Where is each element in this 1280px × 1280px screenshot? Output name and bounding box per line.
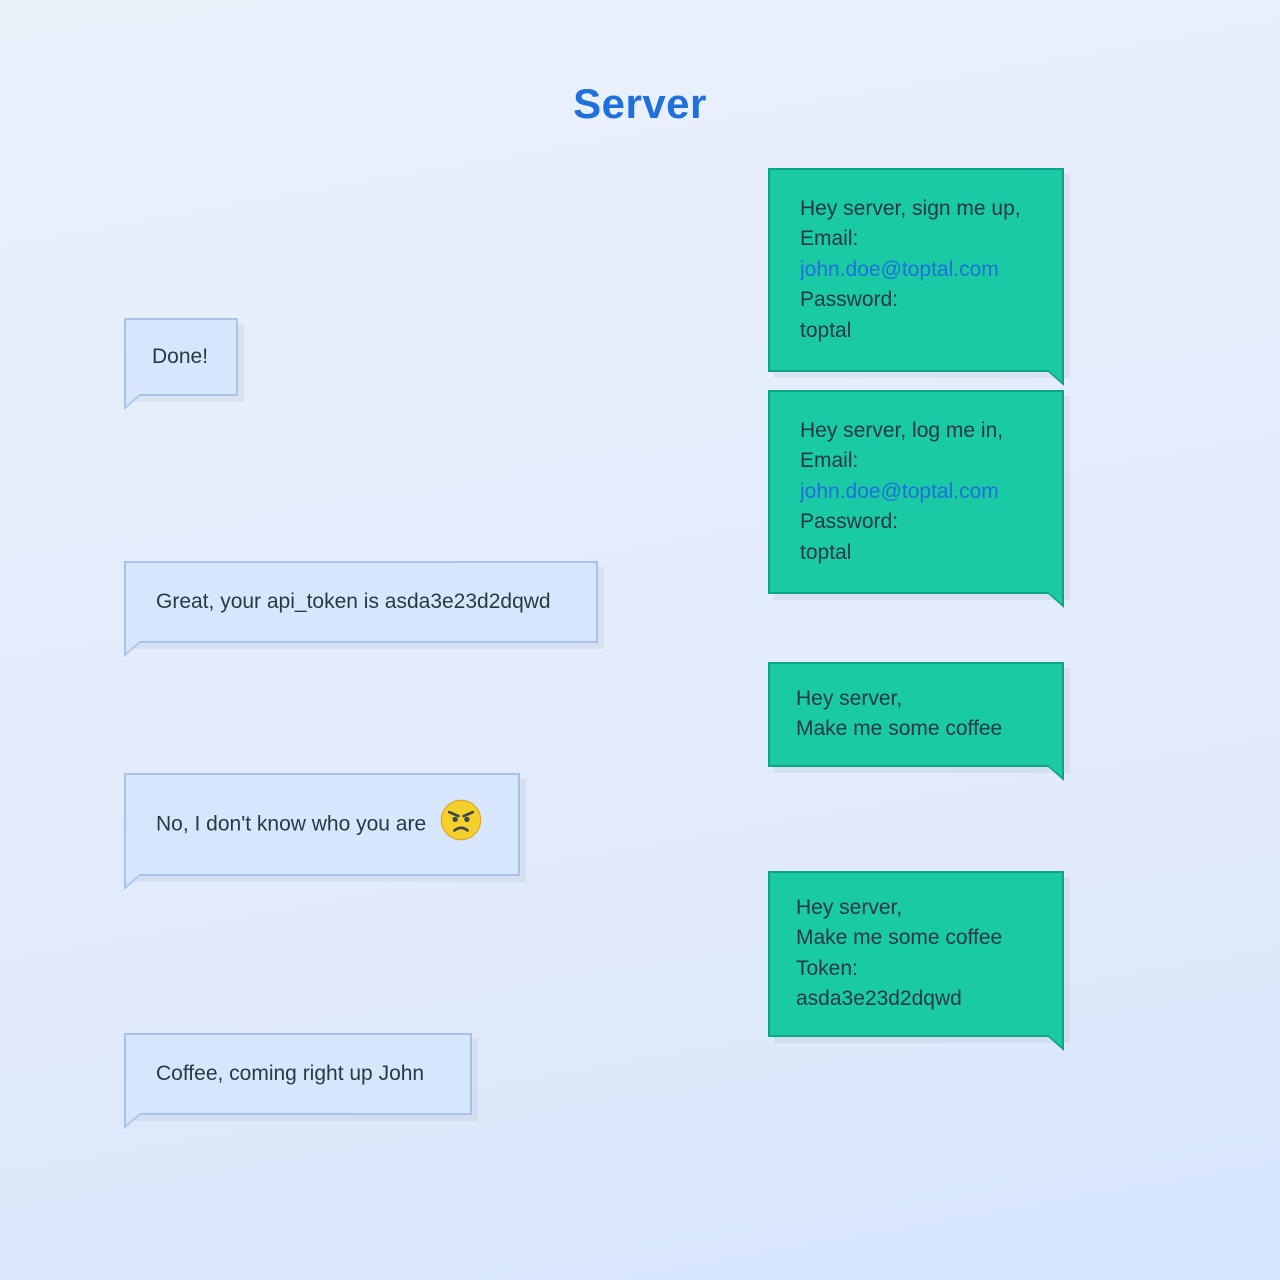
- server-message-coffee: Coffee, coming right up John: [124, 1033, 472, 1115]
- client-message-coffee: Hey server, Make me some coffee: [768, 662, 1064, 767]
- password-label: Password:: [800, 507, 1032, 537]
- text-line: Hey server, sign me up,: [800, 194, 1032, 224]
- server-message-token: Great, your api_token is asda3e23d2dqwd: [124, 561, 598, 643]
- email-label: Email:: [800, 224, 1032, 254]
- text-line: Make me some coffee: [796, 714, 1036, 744]
- text-line: Great, your api_token is asda3e23d2dqwd: [156, 587, 566, 617]
- text-line: Make me some coffee: [796, 923, 1036, 953]
- client-message-login: Hey server, log me in, Email: john.doe@t…: [768, 390, 1064, 594]
- client-message-signup: Hey server, sign me up, Email: john.doe@…: [768, 168, 1064, 372]
- text-line: Coffee, coming right up John: [156, 1059, 440, 1089]
- angry-face-icon: [440, 799, 482, 850]
- token-label: Token:: [796, 954, 1036, 984]
- text-line: Done!: [152, 342, 210, 372]
- text-line: Hey server, log me in,: [800, 416, 1032, 446]
- text-line: No, I don't know who you are: [156, 812, 426, 835]
- password-label: Password:: [800, 285, 1032, 315]
- password-value: toptal: [800, 538, 1032, 568]
- client-message-coffee-token: Hey server, Make me some coffee Token: a…: [768, 871, 1064, 1037]
- email-value: john.doe@toptal.com: [800, 477, 1032, 507]
- password-value: toptal: [800, 316, 1032, 346]
- text-line: Hey server,: [796, 684, 1036, 714]
- page-title: Server: [0, 80, 1280, 128]
- email-label: Email:: [800, 446, 1032, 476]
- token-value: asda3e23d2dqwd: [796, 984, 1036, 1014]
- text-line: Hey server,: [796, 893, 1036, 923]
- server-message-deny: No, I don't know who you are: [124, 773, 520, 876]
- email-value: john.doe@toptal.com: [800, 255, 1032, 285]
- server-message-done: Done!: [124, 318, 238, 396]
